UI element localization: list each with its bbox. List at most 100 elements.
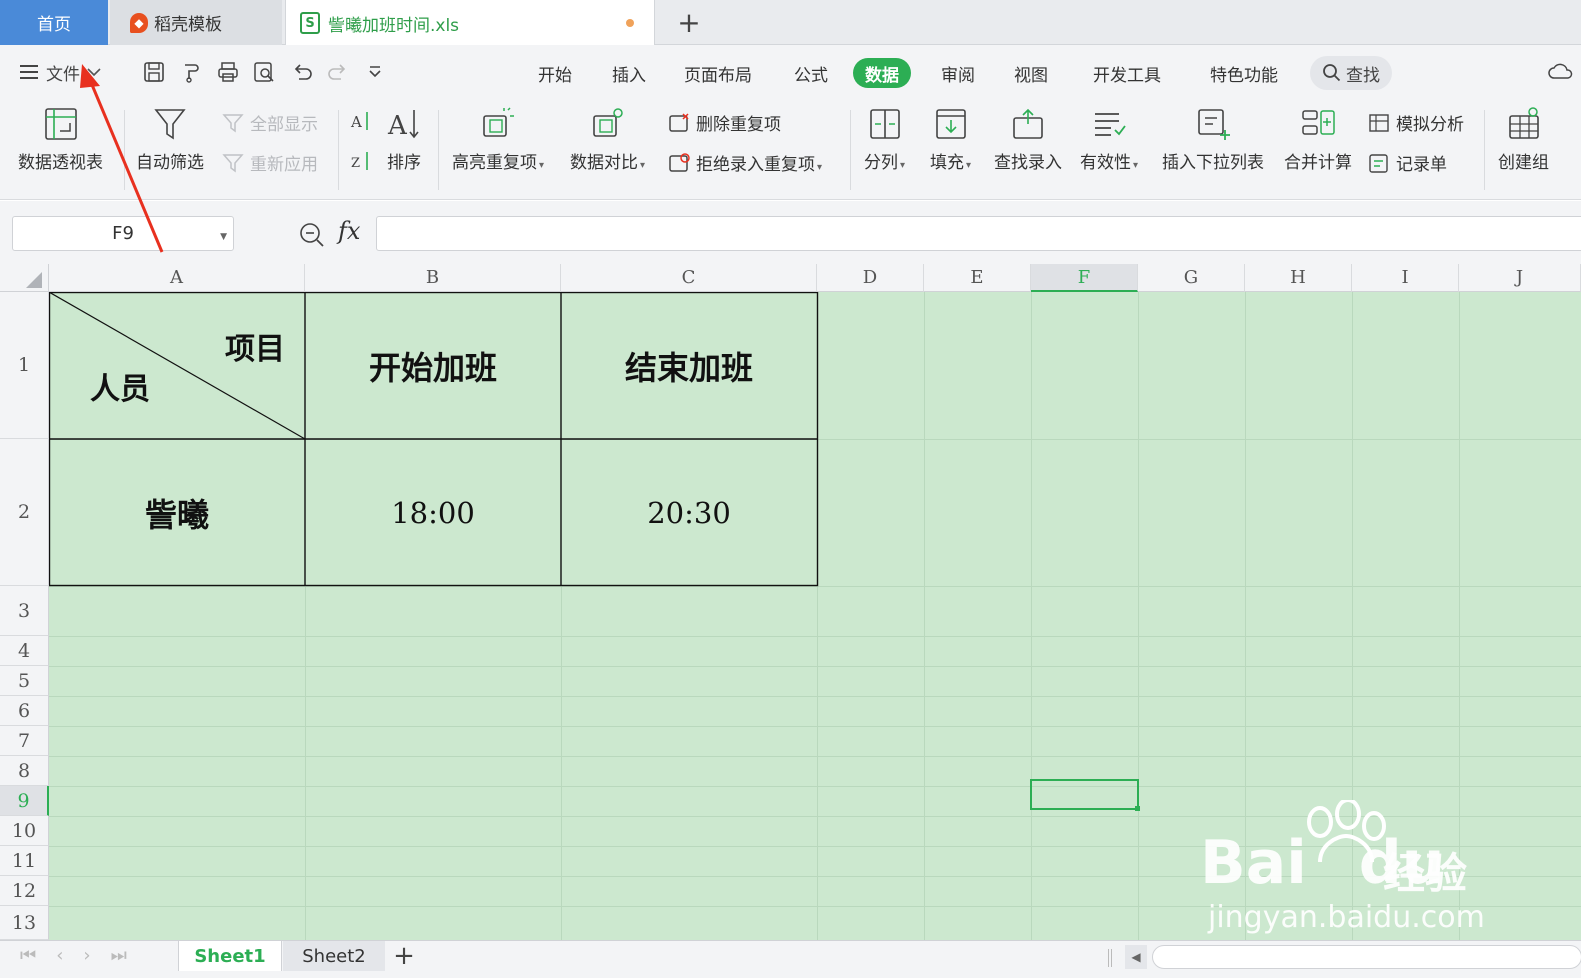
horizontal-scrollbar[interactable] xyxy=(1152,945,1581,969)
row-header[interactable]: 7 xyxy=(0,726,49,756)
first-sheet-icon[interactable]: ⏮ xyxy=(20,945,56,966)
row-header[interactable]: 13 xyxy=(0,906,49,940)
tab-document[interactable]: S 訾曦加班时间.xls xyxy=(285,0,655,46)
row-header[interactable]: 1 xyxy=(0,292,49,439)
sheet-tab[interactable]: Sheet2 xyxy=(283,941,385,971)
scroll-splitter[interactable] xyxy=(1108,949,1112,967)
row-header[interactable]: 4 xyxy=(0,636,49,666)
add-sheet-button[interactable]: + xyxy=(390,941,418,971)
sort-ascending-button[interactable]: A xyxy=(350,110,372,132)
show-all-button[interactable]: 全部显示 xyxy=(222,110,318,135)
column-header[interactable]: E xyxy=(924,264,1031,292)
row-header[interactable]: 10 xyxy=(0,816,49,846)
scroll-left-button[interactable]: ◀ xyxy=(1125,945,1147,969)
sheet-tab-active[interactable]: Sheet1 xyxy=(178,941,282,971)
cell-a1-header-bottom[interactable]: 人员 xyxy=(90,364,150,408)
insert-function-button[interactable]: fx xyxy=(338,217,360,245)
column-header-active[interactable]: F xyxy=(1031,264,1138,292)
new-tab-button[interactable]: + xyxy=(672,0,706,45)
validity-button[interactable]: 有效性 ▾ xyxy=(1080,106,1138,173)
format-painter-button[interactable] xyxy=(178,57,206,87)
column-header[interactable]: B xyxy=(305,264,561,292)
menu-tab-home[interactable]: 开始 xyxy=(526,58,584,88)
reject-duplicates-button[interactable]: 拒绝录入重复项 ▾ xyxy=(668,150,822,175)
cell-c2[interactable]: 20:30 xyxy=(561,439,817,586)
row-header[interactable]: 2 xyxy=(0,439,49,586)
menu-tab-developer[interactable]: 开发工具 xyxy=(1081,58,1173,88)
column-header[interactable]: J xyxy=(1459,264,1581,292)
print-preview-icon xyxy=(254,62,274,82)
column-header[interactable]: D xyxy=(817,264,924,292)
menu-tab-page-layout[interactable]: 页面布局 xyxy=(672,58,764,88)
row-header-active[interactable]: 9 xyxy=(0,786,49,816)
sort-descending-button[interactable]: Z xyxy=(350,150,372,172)
cell-a1-header-top[interactable]: 项目 xyxy=(225,324,285,368)
formula-input[interactable] xyxy=(376,216,1581,251)
remove-duplicates-button[interactable]: 删除重复项 xyxy=(668,110,781,135)
customize-quick-access-button[interactable] xyxy=(362,57,388,87)
split-columns-button[interactable]: 分列 ▾ xyxy=(864,106,905,173)
zoom-formula-button[interactable] xyxy=(298,221,326,254)
data-compare-icon xyxy=(592,108,623,137)
sheet-nav-arrows[interactable]: ⏮‹›⏭ xyxy=(20,945,147,966)
column-header[interactable]: C xyxy=(561,264,817,292)
print-button[interactable] xyxy=(214,57,242,87)
record-form-icon xyxy=(1369,153,1388,173)
reapply-button[interactable]: 重新应用 xyxy=(222,150,318,175)
column-header[interactable]: G xyxy=(1138,264,1245,292)
remove-duplicates-icon xyxy=(669,112,689,132)
find-entry-button[interactable]: 查找录入 xyxy=(994,106,1062,173)
cell-c1[interactable]: 结束加班 xyxy=(561,292,817,439)
consolidate-icon xyxy=(1302,110,1335,135)
undo-button[interactable] xyxy=(288,57,316,87)
name-box-dropdown-icon[interactable]: ▼ xyxy=(220,232,227,242)
redo-button[interactable] xyxy=(324,57,352,87)
menu-tab-review[interactable]: 审阅 xyxy=(929,58,987,88)
active-cell-selection[interactable] xyxy=(1030,779,1139,810)
cell-b1[interactable]: 开始加班 xyxy=(305,292,561,439)
highlight-duplicates-button[interactable]: 高亮重复项 ▾ xyxy=(452,106,544,173)
what-if-analysis-button[interactable]: 模拟分析 xyxy=(1368,110,1464,135)
gridline xyxy=(49,636,1581,637)
magnifier-icon xyxy=(300,223,324,247)
row-header[interactable]: 5 xyxy=(0,666,49,696)
menu-tab-formulas[interactable]: 公式 xyxy=(782,58,840,88)
fill-button[interactable]: 填充 ▾ xyxy=(930,106,971,173)
cell-b2[interactable]: 18:00 xyxy=(305,439,561,586)
gridline xyxy=(49,906,1581,907)
menu-tab-data[interactable]: 数据 xyxy=(853,58,911,88)
tab-home[interactable]: 首页 xyxy=(0,0,108,45)
insert-dropdown-list-button[interactable]: 插入下拉列表 xyxy=(1162,106,1264,173)
column-header[interactable]: I xyxy=(1352,264,1459,292)
column-header[interactable]: A xyxy=(49,264,305,292)
create-group-button[interactable]: 创建组 xyxy=(1498,106,1549,173)
spreadsheet-grid[interactable]: A B C D E F G H I J 1 2 3 4 5 6 7 8 9 10… xyxy=(0,264,1581,940)
prev-sheet-icon[interactable]: ‹ xyxy=(56,945,83,966)
record-form-button[interactable]: 记录单 xyxy=(1368,150,1447,175)
consolidate-label: 合并计算 xyxy=(1284,153,1352,173)
tab-template[interactable]: ◆ 稻壳模板 xyxy=(110,0,282,45)
next-sheet-icon[interactable]: › xyxy=(83,945,110,966)
consolidate-button[interactable]: 合并计算 xyxy=(1284,106,1352,173)
print-icon xyxy=(218,62,238,82)
cell-a2[interactable]: 訾曦 xyxy=(49,439,305,586)
fill-handle[interactable] xyxy=(1135,806,1140,811)
search-button[interactable]: 查找 xyxy=(1310,56,1392,90)
sort-button[interactable]: A 排序 xyxy=(386,106,422,173)
column-header[interactable]: H xyxy=(1245,264,1352,292)
menu-tab-features[interactable]: 特色功能 xyxy=(1198,58,1290,88)
menu-tab-insert[interactable]: 插入 xyxy=(600,58,658,88)
menu-tab-view[interactable]: 视图 xyxy=(1002,58,1060,88)
print-preview-button[interactable] xyxy=(250,57,278,87)
row-header[interactable]: 12 xyxy=(0,876,49,906)
search-label: 查找 xyxy=(1346,65,1380,86)
gridline xyxy=(1352,292,1353,940)
row-header[interactable]: 3 xyxy=(0,586,49,636)
select-all-corner[interactable] xyxy=(0,264,49,292)
row-header[interactable]: 11 xyxy=(0,846,49,876)
row-header[interactable]: 8 xyxy=(0,756,49,786)
last-sheet-icon[interactable]: ⏭ xyxy=(111,945,147,966)
data-compare-button[interactable]: 数据对比 ▾ xyxy=(570,106,645,173)
cloud-sync-button[interactable] xyxy=(1546,57,1576,87)
row-header[interactable]: 6 xyxy=(0,696,49,726)
